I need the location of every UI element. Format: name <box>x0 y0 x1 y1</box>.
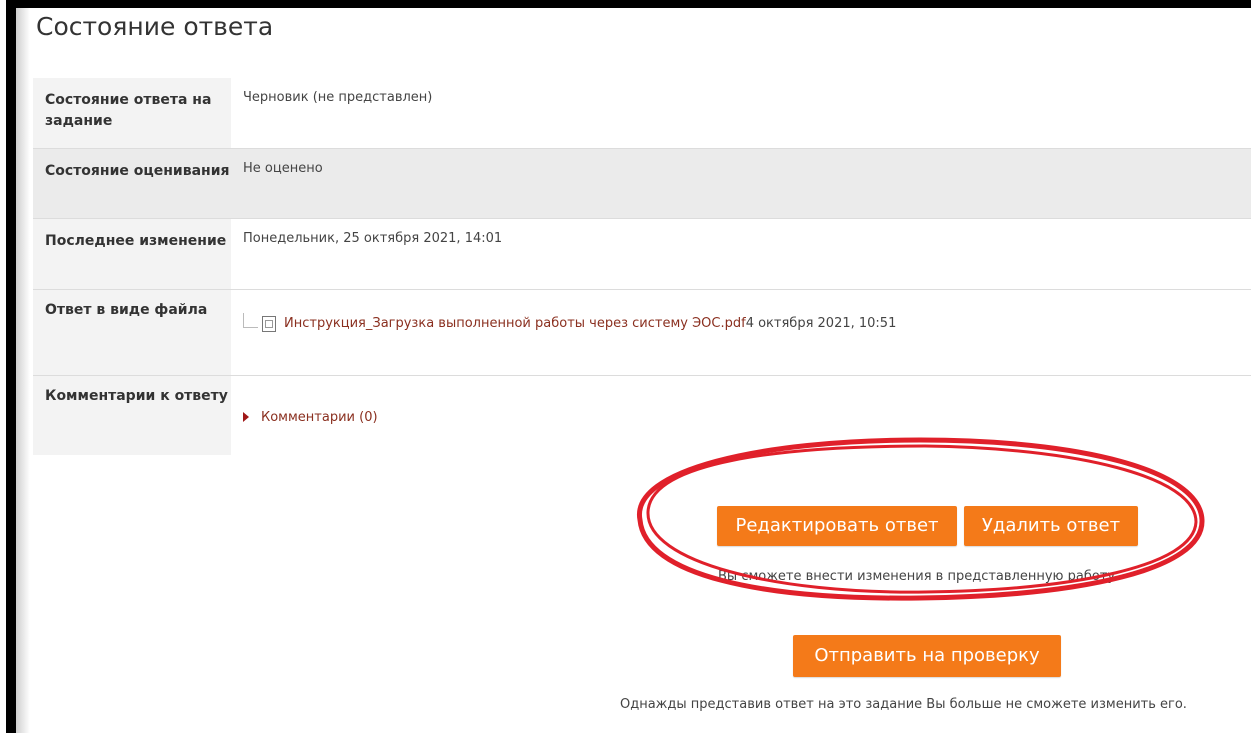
comments-link[interactable]: Комментарии (0) <box>261 410 378 425</box>
table-row: Последнее изменение Понедельник, 25 октя… <box>33 217 1251 289</box>
submit-for-grading-button[interactable]: Отправить на проверку <box>793 635 1061 677</box>
row-label: Ответ в виде файла <box>33 288 231 375</box>
row-label: Состояние оценивания <box>33 147 231 218</box>
row-label: Комментарии к ответу <box>33 374 231 455</box>
screenshot-frame-left <box>6 0 16 733</box>
screenshot-frame-top <box>6 0 1251 8</box>
table-row: Состояние ответа на задание Черновик (не… <box>33 78 1251 148</box>
comments-toggle[interactable]: Комментарии (0) <box>243 410 1251 425</box>
file-icon <box>262 315 276 332</box>
submit-hint-text: Однажды представив ответ на это задание … <box>620 697 1187 712</box>
edit-hint-text: Вы сможете внести изменения в представле… <box>718 569 1116 584</box>
tree-connector <box>243 313 258 328</box>
table-row: Комментарии к ответу Комментарии (0) <box>33 374 1251 455</box>
row-value: Инструкция_Загрузка выполненной работы ч… <box>231 288 1251 375</box>
table-row: Ответ в виде файла Инструкция_Загрузка в… <box>33 288 1251 375</box>
row-value: Комментарии (0) <box>231 374 1251 455</box>
file-link[interactable]: Инструкция_Загрузка выполненной работы ч… <box>284 316 746 331</box>
caret-right-icon <box>243 412 249 422</box>
row-value: Черновик (не представлен) <box>231 78 1251 148</box>
file-entry: Инструкция_Загрузка выполненной работы ч… <box>243 313 1251 332</box>
frame-shadow <box>16 8 30 733</box>
file-date: 4 октября 2021, 10:51 <box>745 316 897 331</box>
row-value: Понедельник, 25 октября 2021, 14:01 <box>231 217 1251 289</box>
row-label: Состояние ответа на задание <box>33 78 231 148</box>
edit-submission-button[interactable]: Редактировать ответ <box>717 506 957 546</box>
row-value: Не оценено <box>231 147 1251 218</box>
submission-status-table: Состояние ответа на задание Черновик (не… <box>33 78 1251 455</box>
delete-submission-button[interactable]: Удалить ответ <box>964 506 1138 546</box>
row-label: Последнее изменение <box>33 217 231 289</box>
page-title: Состояние ответа <box>36 12 274 41</box>
table-row: Состояние оценивания Не оценено <box>33 147 1251 218</box>
